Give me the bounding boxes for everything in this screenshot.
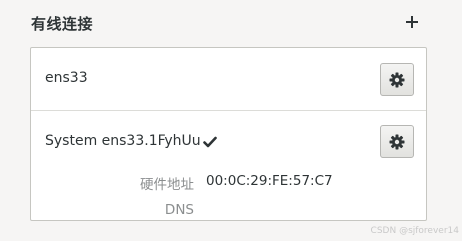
checkmark-icon bbox=[203, 136, 217, 148]
connections-panel: ens33 System ens33.1FyhUu 硬件地址 00:0C:29:… bbox=[30, 47, 427, 221]
connection-settings-button[interactable] bbox=[380, 125, 414, 158]
dns-label: DNS bbox=[164, 202, 194, 218]
section-title: 有线连接 bbox=[31, 15, 94, 33]
connection-row-ens33[interactable]: ens33 bbox=[31, 48, 426, 111]
gear-icon bbox=[389, 134, 405, 149]
hw-address-label: 硬件地址 bbox=[140, 177, 194, 193]
plus-icon bbox=[406, 16, 418, 28]
connection-settings-button[interactable] bbox=[380, 63, 414, 96]
connection-name: ens33 bbox=[45, 70, 88, 86]
add-connection-button[interactable] bbox=[400, 10, 424, 34]
gear-icon bbox=[389, 72, 405, 87]
hw-address-value: 00:0C:29:FE:57:C7 bbox=[206, 173, 333, 189]
connection-name: System ens33.1FyhUu bbox=[45, 133, 201, 149]
connection-row-system-ens33[interactable]: System ens33.1FyhUu 硬件地址 00:0C:29:FE:57:… bbox=[31, 110, 426, 222]
watermark: CSDN @sjforever14 bbox=[370, 226, 459, 236]
